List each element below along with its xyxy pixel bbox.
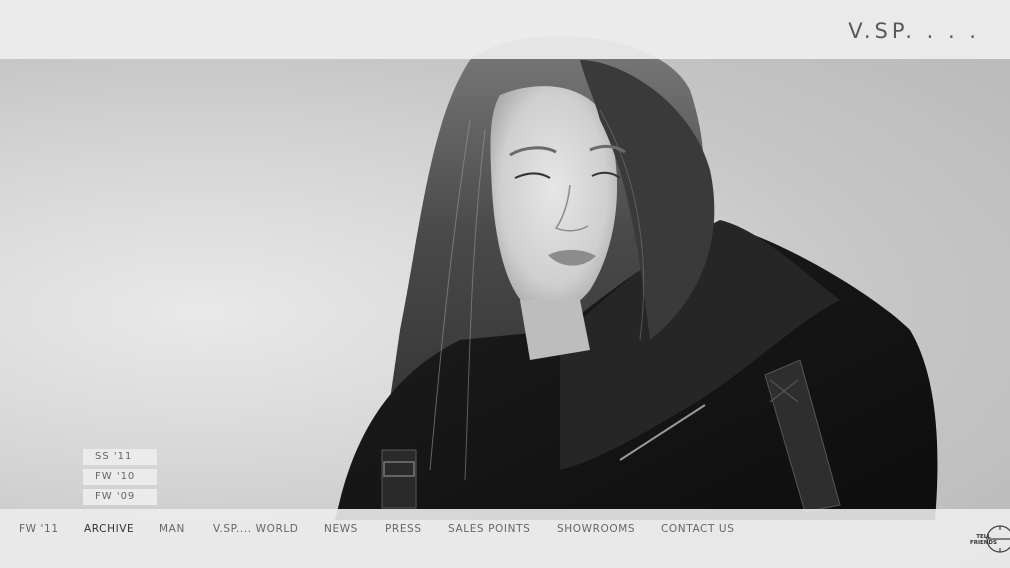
header-bar: V.SP. . . .	[0, 0, 1010, 59]
main-nav-bar: FW '11 ARCHIVE MAN V.SP.... WORLD NEWS P…	[0, 509, 1010, 568]
page: V.SP. . . . SS '11 FW '10 FW '09 FW '11 …	[0, 0, 1010, 568]
archive-submenu: SS '11 FW '10 FW '09	[83, 449, 157, 509]
nav-man[interactable]: MAN	[159, 523, 185, 535]
nav-press[interactable]: PRESS	[385, 523, 422, 535]
nav-contact-us[interactable]: CONTACT US	[661, 523, 734, 535]
tell-friends-button[interactable]: TELL FRIENDS	[966, 522, 1010, 556]
nav-showrooms[interactable]: SHOWROOMS	[557, 523, 635, 535]
nav-news[interactable]: NEWS	[324, 523, 358, 535]
archive-item-ss11[interactable]: SS '11	[83, 449, 157, 465]
brand-logo[interactable]: V.SP. . . .	[848, 19, 980, 43]
archive-item-fw10[interactable]: FW '10	[83, 469, 157, 485]
nav-vsp-world[interactable]: V.SP.... WORLD	[213, 523, 299, 535]
friends-label: FRIENDS	[970, 540, 997, 546]
tell-friends-label: TELL FRIENDS	[970, 534, 997, 546]
nav-archive[interactable]: ARCHIVE	[84, 523, 134, 535]
nav-fw11[interactable]: FW '11	[19, 523, 59, 535]
nav-sales-points[interactable]: SALES POINTS	[448, 523, 530, 535]
archive-item-fw09[interactable]: FW '09	[83, 489, 157, 505]
